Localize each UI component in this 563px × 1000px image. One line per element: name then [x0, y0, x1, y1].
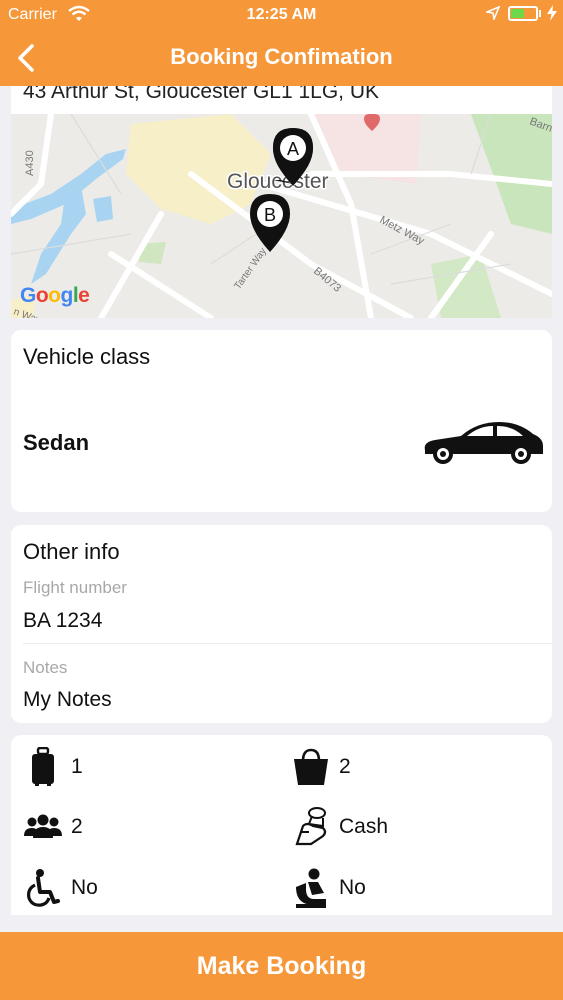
child-seat-value: No — [339, 876, 366, 899]
map-city-label: Gloucester — [227, 170, 329, 193]
make-booking-button[interactable]: Make Booking — [0, 932, 563, 1000]
payment-value: Cash — [339, 815, 389, 838]
map-road-label: A430 — [24, 150, 36, 176]
child-seat-option: No — [291, 866, 366, 910]
google-logo: Google — [20, 284, 90, 307]
vehicle-class-card: Vehicle class Sedan — [11, 330, 552, 512]
map-marker-label: A — [287, 139, 299, 159]
child-seat-icon — [291, 866, 331, 910]
battery-icon — [508, 6, 538, 21]
map-marker-label: B — [264, 205, 276, 225]
map-area — [126, 114, 271, 224]
map-street — [11, 233, 132, 255]
vehicle-class-name: Sedan — [23, 430, 90, 455]
map-road-label: Tarter Way — [232, 246, 269, 292]
other-info-card: Other info Flight number BA 1234 Notes M… — [11, 525, 552, 723]
divider — [23, 643, 552, 644]
notes-value: My Notes — [23, 688, 112, 711]
page-title: Booking Confimation — [170, 44, 393, 69]
cash-payment-icon — [291, 805, 331, 849]
booking-extras-card: 1 2 2 Cash No No — [11, 735, 552, 915]
wheelchair-value: No — [71, 876, 98, 899]
passengers-icon — [23, 805, 63, 849]
map-road — [98, 211, 164, 318]
map-water — [93, 196, 113, 222]
battery-tip — [539, 10, 541, 17]
vehicle-class-heading: Vehicle class — [23, 344, 151, 369]
passengers-count: 2 — [23, 805, 83, 849]
notes-label: Notes — [23, 658, 68, 677]
route-map[interactable]: Gloucester A430 Metz Way Tarter Way B407… — [11, 114, 552, 318]
status-bar: Carrier 12:25 AM — [0, 0, 563, 28]
passengers-value: 2 — [71, 815, 83, 838]
map-canvas: Gloucester A430 Metz Way Tarter Way B407… — [11, 114, 552, 318]
other-info-heading: Other info — [23, 539, 120, 564]
flight-number-label: Flight number — [23, 578, 127, 597]
location-arrow-icon — [486, 6, 500, 20]
charging-bolt-icon — [547, 5, 557, 21]
suitcase-icon — [23, 745, 63, 789]
map-park — [471, 114, 552, 234]
bags-count: 2 — [291, 745, 351, 789]
top-bar: Carrier 12:25 AM Booking Confimation — [0, 0, 563, 86]
battery-fill — [511, 9, 524, 18]
payment-method: Cash — [291, 805, 388, 849]
luggage-count: 1 — [23, 745, 83, 789]
wheelchair-option: No — [23, 866, 98, 910]
sedan-car-icon — [424, 422, 543, 464]
shopping-bag-icon — [291, 745, 331, 789]
status-time: 12:25 AM — [246, 6, 317, 23]
wheelchair-icon — [23, 866, 63, 910]
luggage-value: 1 — [71, 755, 83, 778]
bags-value: 2 — [339, 755, 351, 778]
flight-number-value: BA 1234 — [23, 609, 103, 632]
nav-bar: Booking Confimation — [0, 30, 563, 86]
